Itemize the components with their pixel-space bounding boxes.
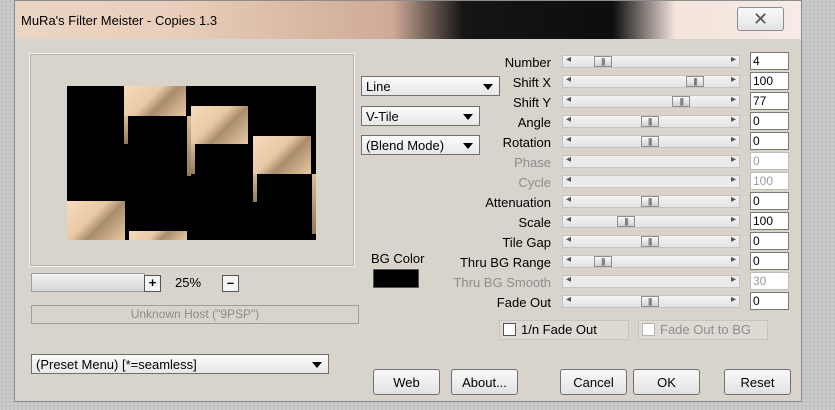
cancel-button[interactable]: Cancel — [560, 369, 627, 395]
close-button[interactable]: ✕ — [737, 7, 784, 31]
fade-to-bg-checkbox: Fade Out to BG — [638, 320, 768, 340]
tile — [129, 231, 187, 240]
tile-edge — [124, 116, 128, 144]
host-info: Unknown Host ("9PSP") — [31, 305, 359, 324]
phase-value: 0 — [750, 152, 789, 170]
tile — [124, 86, 186, 116]
zoom-in-button[interactable]: + — [144, 275, 161, 292]
tile-edge — [191, 144, 195, 174]
cycle-slider: ◂ ▸ — [562, 174, 740, 188]
slider-thumb[interactable]: ||| — [640, 236, 659, 247]
thru-bg-smooth-value: 30 — [750, 272, 789, 290]
fade-out-value[interactable]: 0 — [750, 292, 789, 310]
fade-1n-checkbox[interactable]: 1/n Fade Out — [499, 320, 629, 340]
param-label-thru-bg-smooth: Thru BG Smooth — [453, 275, 551, 290]
param-label-tile-gap: Tile Gap — [502, 235, 551, 250]
preset-menu-value: (Preset Menu) [*=seamless] — [36, 357, 197, 372]
fade-out-slider[interactable]: ◂ ||| ▸ — [562, 294, 740, 308]
preview-frame — [29, 53, 355, 267]
param-label-shift-y: Shift Y — [512, 95, 551, 110]
tile-gap-value[interactable]: 0 — [750, 232, 789, 250]
preview-image[interactable] — [67, 86, 316, 240]
fade-to-bg-label: Fade Out to BG — [660, 322, 752, 337]
filter-dialog: MuRa's Filter Meister - Copies 1.3 ✕ + 2… — [14, 0, 802, 402]
zoom-level: 25% — [175, 275, 202, 290]
param-label-fade-out: Fade Out — [496, 295, 551, 310]
slider-thumb[interactable]: ||| — [640, 296, 659, 307]
shift-x-value[interactable]: 100 — [750, 72, 789, 90]
attenuation-slider[interactable]: ◂ ||| ▸ — [562, 194, 740, 208]
tile-gap-slider[interactable]: ◂ ||| ▸ — [562, 234, 740, 248]
slider-thumb[interactable]: ||| — [672, 96, 691, 107]
web-button[interactable]: Web — [373, 369, 440, 395]
slider-thumb[interactable]: ||| — [640, 196, 659, 207]
phase-slider: ◂ ▸ — [562, 154, 740, 168]
checkbox-box[interactable] — [503, 323, 516, 336]
slider-thumb[interactable]: ||| — [686, 76, 705, 87]
reset-button[interactable]: Reset — [724, 369, 791, 395]
checkbox-box — [642, 323, 655, 336]
scale-value[interactable]: 100 — [750, 212, 789, 230]
cycle-value: 100 — [750, 172, 789, 190]
title-bar: MuRa's Filter Meister - Copies 1.3 ✕ — [15, 1, 801, 39]
slider-thumb[interactable]: ||| — [640, 136, 659, 147]
mode-dropdown-value: Line — [366, 79, 391, 94]
tile — [67, 201, 125, 240]
about-button[interactable]: About... — [451, 369, 518, 395]
param-label-scale: Scale — [518, 215, 551, 230]
param-label-rotation: Rotation — [502, 135, 551, 150]
param-label-thru-bg-range: Thru BG Range — [459, 255, 551, 270]
number-value[interactable]: 4 — [750, 52, 789, 70]
zoom-out-button[interactable]: – — [222, 275, 239, 292]
slider-thumb[interactable]: ||| — [617, 216, 636, 227]
param-label-phase: Phase — [514, 155, 551, 170]
scale-slider[interactable]: ◂ ||| ▸ — [562, 214, 740, 228]
number-slider[interactable]: ◂ ||| ▸ — [562, 54, 740, 68]
tile — [191, 106, 248, 144]
window-title: MuRa's Filter Meister - Copies 1.3 — [21, 13, 218, 28]
shift-y-value[interactable]: 77 — [750, 92, 789, 110]
thru-bg-range-value[interactable]: 0 — [750, 252, 789, 270]
param-label-angle: Angle — [517, 115, 551, 130]
thru-bg-smooth-slider: ◂ ▸ — [562, 274, 740, 288]
rotation-slider[interactable]: ◂ ||| ▸ — [562, 134, 740, 148]
parameter-labels: Number Shift X Shift Y Angle Rotation Ph… — [395, 55, 551, 315]
angle-slider[interactable]: ◂ ||| ▸ — [562, 114, 740, 128]
slider-thumb[interactable]: ||| — [640, 116, 659, 127]
slider-thumb[interactable]: ||| — [593, 256, 612, 267]
attenuation-value[interactable]: 0 — [750, 192, 789, 210]
thru-bg-range-slider[interactable]: ◂ ||| ▸ — [562, 254, 740, 268]
slider-thumb[interactable]: ||| — [593, 56, 612, 67]
tile-edge — [312, 174, 316, 234]
angle-value[interactable]: 0 — [750, 112, 789, 130]
tile-dropdown-value: V-Tile — [366, 109, 399, 124]
param-label-attenuation: Attenuation — [485, 195, 551, 210]
zoom-scrollbar[interactable] — [31, 273, 145, 292]
param-label-shift-x: Shift X — [512, 75, 551, 90]
ok-button[interactable]: OK — [633, 369, 700, 395]
param-label-cycle: Cycle — [518, 175, 551, 190]
shift-y-slider[interactable]: ◂ ||| ▸ — [562, 94, 740, 108]
fade-1n-label: 1/n Fade Out — [521, 322, 597, 337]
rotation-value[interactable]: 0 — [750, 132, 789, 150]
param-label-number: Number — [504, 55, 551, 70]
preset-menu-dropdown[interactable]: (Preset Menu) [*=seamless] — [31, 354, 329, 374]
shift-x-slider[interactable]: ◂ ||| ▸ — [562, 74, 740, 88]
chevron-down-icon — [312, 362, 322, 368]
tile-edge — [253, 174, 257, 202]
tile — [253, 136, 311, 174]
